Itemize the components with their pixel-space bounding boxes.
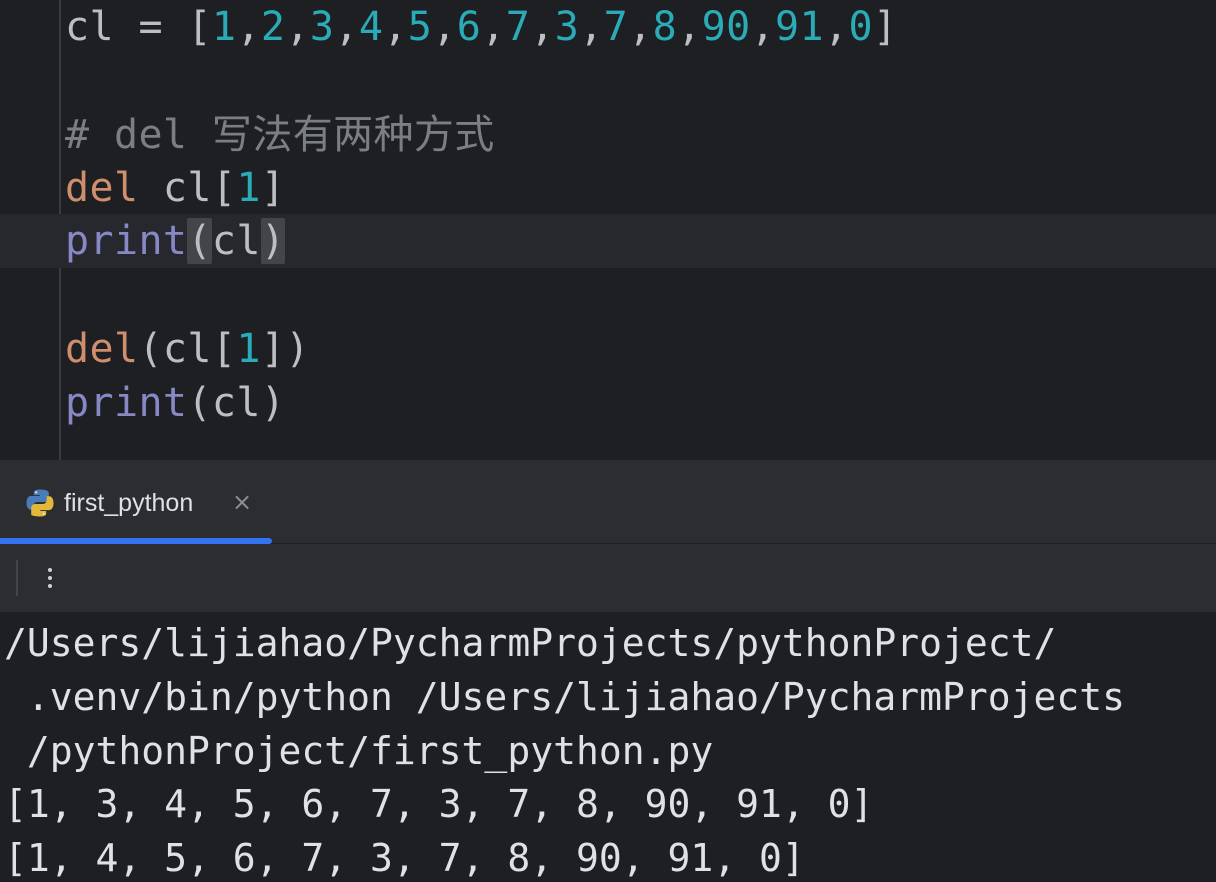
code-token: cl (211, 218, 261, 264)
python-icon (26, 489, 54, 517)
comma-token: , (628, 4, 653, 50)
run-tool-window-tabbar: first_python × (0, 460, 1216, 544)
keyword-token: del (65, 165, 139, 211)
number-token: 7 (603, 4, 629, 50)
code-line-1[interactable]: cl = [1,2,3,4,5,6,7,3,7,8,90,91,0] (0, 0, 1216, 54)
bracket-token: ] (260, 165, 286, 211)
toolbar-separator (16, 560, 18, 596)
code-line-7[interactable]: del(cl[1]) (0, 322, 1216, 376)
number-token: 90 (701, 4, 751, 50)
code-line-2[interactable] (0, 54, 1216, 108)
console-output[interactable]: /Users/lijiahao/PycharmProjects/pythonPr… (0, 612, 1216, 882)
console-line: /Users/lijiahao/PycharmProjects/pythonPr… (4, 621, 1057, 665)
number-token: 0 (848, 4, 873, 50)
comma-token: , (481, 4, 506, 50)
comma-token: , (236, 4, 261, 50)
comma-token: , (334, 4, 359, 50)
comma-token: , (750, 4, 776, 50)
comma-token: , (824, 4, 849, 50)
comma-token: , (432, 4, 457, 50)
comment: # del 写法有两种方式 (65, 108, 495, 162)
comment-cjk-text: 写法有两种方式 (211, 112, 495, 158)
bracket-token: [ (187, 4, 212, 50)
number-token: 91 (775, 4, 825, 50)
code-token: (cl) (187, 380, 286, 426)
variable-token: cl (65, 4, 114, 50)
comma-token: , (530, 4, 555, 50)
code-line-5-current[interactable]: print(cl) (0, 214, 1216, 268)
comma-token: , (677, 4, 702, 50)
builtin-token: print (65, 380, 188, 426)
code-line-6[interactable] (0, 268, 1216, 322)
code-line-8[interactable]: print(cl) (0, 376, 1216, 430)
code-editor[interactable]: cl = [1,2,3,4,5,6,7,3,7,8,90,91,0] # del… (0, 0, 1216, 460)
list-literal: 1,2,3,4,5,6,7,3,7,8,90,91,0 (212, 4, 873, 50)
console-line: .venv/bin/python /Users/lijiahao/Pycharm… (4, 675, 1126, 719)
number-token: 3 (309, 4, 335, 50)
comma-token: , (579, 4, 604, 50)
number-token: 1 (236, 165, 261, 211)
close-icon[interactable]: × (230, 490, 254, 514)
code-line-3[interactable]: # del 写法有两种方式 (0, 108, 1216, 162)
console-line: [1, 3, 4, 5, 6, 7, 3, 7, 8, 90, 91, 0] (4, 782, 874, 826)
code-line-4[interactable]: del cl[1] (0, 161, 1216, 215)
number-token: 5 (407, 4, 433, 50)
operator-token: = (113, 4, 188, 50)
keyword-token: del (65, 326, 139, 372)
number-token: 4 (358, 4, 384, 50)
matched-brace: ) (260, 218, 286, 264)
comment-text: # del (65, 112, 212, 158)
bracket-token: ]) (260, 326, 310, 372)
number-token: 2 (260, 4, 286, 50)
comma-token: , (383, 4, 408, 50)
run-toolbar (0, 544, 1216, 612)
comma-token: , (285, 4, 310, 50)
more-vertical-icon[interactable] (38, 560, 62, 596)
run-tab-first-python[interactable]: first_python × (0, 460, 272, 544)
number-token: 3 (554, 4, 580, 50)
code-token: cl[ (138, 165, 237, 211)
console-line: /pythonProject/first_python.py (4, 729, 714, 773)
console-line: [1, 4, 5, 6, 7, 3, 7, 8, 90, 91, 0] (4, 836, 805, 880)
number-token: 1 (236, 326, 261, 372)
number-token: 1 (211, 4, 237, 50)
bracket-token: ] (872, 4, 898, 50)
number-token: 7 (505, 4, 531, 50)
number-token: 8 (652, 4, 678, 50)
matched-brace: ( (187, 218, 212, 264)
run-tab-label: first_python (64, 489, 194, 517)
code-token: (cl[ (138, 326, 237, 372)
builtin-token: print (65, 218, 188, 264)
ide-window: cl = [1,2,3,4,5,6,7,3,7,8,90,91,0] # del… (0, 0, 1216, 882)
number-token: 6 (456, 4, 482, 50)
